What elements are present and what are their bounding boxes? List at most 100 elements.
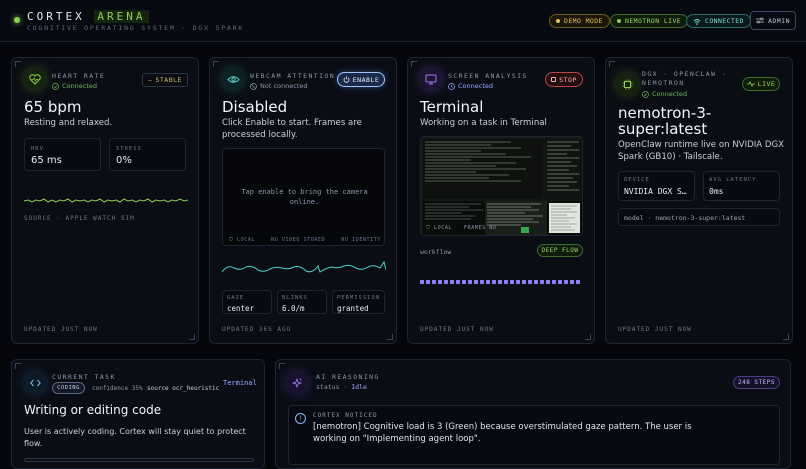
heart-updated: UPDATED JUST NOW <box>24 326 98 333</box>
coding-badge: CODING <box>52 382 85 394</box>
screen-updated: UPDATED JUST NOW <box>420 326 494 333</box>
slash-circle-icon <box>250 82 257 90</box>
workflow-timeline <box>420 280 580 284</box>
tag-local-label: LOCAL <box>433 225 453 231</box>
screen-status-label: Connected <box>458 82 494 90</box>
ai-reasoning-title: AI REASONING <box>316 373 380 381</box>
ai-status: status · Idle <box>316 383 367 391</box>
stress-label: STRESS <box>116 146 142 152</box>
coding-label: CODING <box>57 385 80 391</box>
tag-no-video: NO VIDEO STORED <box>271 237 326 243</box>
power-icon <box>343 76 350 83</box>
latency-label: AVG LATENCY <box>709 177 757 183</box>
webcam-attention-card: WEBCAM ATTENTION Not connected ENABLE Di… <box>209 57 397 344</box>
attention-waveform <box>222 260 386 273</box>
admin-label: ADMIN <box>767 16 791 25</box>
permission-label: PERMISSION <box>337 295 381 301</box>
wifi-icon <box>693 18 701 25</box>
heart-rate-value: 65 bpm <box>24 98 82 116</box>
status-dot <box>14 17 20 23</box>
dgx-title: DGX · OPENCLAW · NEMOTRON <box>642 70 727 88</box>
screen-app-value: Terminal <box>420 98 484 116</box>
eye-icon <box>222 68 244 90</box>
enable-button[interactable]: ENABLE <box>337 72 385 87</box>
screen-desc: Working on a task in Terminal <box>420 118 547 128</box>
task-app-label: Terminal <box>223 379 257 387</box>
screen-connection-status: Connected <box>448 82 493 90</box>
camera-tags: ⛉ LOCAL NO VIDEO STORED NO IDENTITY <box>229 237 381 243</box>
current-task-card: CURRENT TASK Terminal CODING confidence … <box>11 359 265 469</box>
live-label: LIVE <box>757 80 776 88</box>
card-corner <box>387 334 393 340</box>
blinks-value: 6.0/m <box>282 304 305 313</box>
ai-reasoning-card: AI REASONING status · Idle 248 STEPS ! C… <box>275 359 791 469</box>
ai-status-label: status · <box>316 383 348 391</box>
model-line: model · nemotron-3-super:latest <box>624 214 746 222</box>
camera-placeholder: Tap enable to bring the camera online. <box>241 188 368 206</box>
task-headline: Writing or editing code <box>24 403 162 417</box>
model-name-value: nemotron-3-super:latest <box>618 104 712 138</box>
connected-pill[interactable]: CONNECTED <box>686 14 751 28</box>
heart-icon <box>24 68 46 90</box>
current-task-title: CURRENT TASK <box>52 373 116 381</box>
dgx-status-label: Connected <box>652 90 688 98</box>
card-corner <box>15 363 21 369</box>
camera-preview[interactable]: Tap enable to bring the camera online. ⛉… <box>222 148 385 246</box>
device-box: DEVICE NVIDIA DGX S… <box>618 171 695 201</box>
card-corner <box>213 61 219 67</box>
connected-label: CONNECTED <box>705 17 744 25</box>
nemotron-live-pill[interactable]: NEMOTRON LIVE <box>610 14 689 28</box>
admin-button[interactable]: ADMIN <box>750 11 796 30</box>
dgx-title-line1: DGX · OPENCLAW · <box>642 70 728 78</box>
card-corner <box>411 61 417 67</box>
notice-title: CORTEX NOTICED <box>313 412 378 419</box>
task-bottom-bar <box>24 458 254 462</box>
stable-badge: — STABLE <box>142 73 188 87</box>
stop-button[interactable]: STOP <box>545 72 583 87</box>
screen-analysis-card: SCREEN ANALYSIS Connected STOP Terminal … <box>407 57 595 344</box>
chip-icon <box>616 73 638 95</box>
dgx-connection-status: Connected <box>642 90 687 98</box>
heart-source: SOURCE · APPLE WATCH SIM <box>24 215 135 222</box>
hrv-box: HRV 65 ms <box>24 138 101 171</box>
dgx-updated: UPDATED JUST NOW <box>618 326 692 333</box>
capture-tags: ⛉ LOCAL FRAMES NO <box>426 225 497 231</box>
heart-waveform <box>24 198 188 203</box>
task-confidence: confidence 35% <box>92 385 143 392</box>
ai-status-value: Idle <box>351 383 367 391</box>
tag-local-label: LOCAL <box>236 237 256 243</box>
task-desc: User is actively coding. Cortex will sta… <box>24 427 246 448</box>
workflow-label: workflow <box>420 248 452 256</box>
tag-frames: FRAMES NO <box>464 225 497 231</box>
dash-icon: — <box>148 76 153 84</box>
device-label: DEVICE <box>624 177 650 183</box>
blinks-label: BLINKS <box>282 295 308 301</box>
demo-mode-label: DEMO MODE <box>564 17 603 25</box>
latency-box: AVG LATENCY 0ms <box>703 171 780 201</box>
live-badge: LIVE <box>742 77 780 91</box>
shield-icon: ⛉ <box>229 237 234 243</box>
lightbulb-icon: ! <box>295 413 306 424</box>
stable-label: STABLE <box>155 76 182 84</box>
dgx-nemotron-card: DGX · OPENCLAW · NEMOTRON Connected LIVE… <box>605 57 793 344</box>
heart-rate-title: HEART RATE <box>52 72 106 80</box>
check-circle-icon <box>52 82 59 90</box>
latency-value: 0ms <box>709 187 724 196</box>
tag-no-identity: NO IDENTITY <box>341 237 381 243</box>
heart-status-label: Connected <box>62 82 98 90</box>
screen-capture-preview[interactable]: ⛉ LOCAL FRAMES NO <box>420 136 583 236</box>
card-corner <box>279 363 285 369</box>
heart-rate-card: HEART RATE Connected — STABLE 65 bpm Rest… <box>11 57 199 344</box>
webcam-status-label: Not connected <box>260 82 308 90</box>
gaze-box: GAZE center <box>222 290 272 314</box>
app-title: CORTEX ARENA <box>27 10 149 23</box>
card-corner <box>783 334 789 340</box>
stop-square-icon <box>551 77 557 82</box>
demo-mode-pill[interactable]: DEMO MODE <box>549 14 610 28</box>
nemotron-dot-icon <box>617 19 621 23</box>
stress-value: 0% <box>116 155 132 166</box>
sparkles-icon <box>286 372 308 394</box>
card-corner <box>609 61 615 67</box>
gaze-value: center <box>227 304 255 313</box>
shield-icon: ⛉ <box>426 225 431 231</box>
